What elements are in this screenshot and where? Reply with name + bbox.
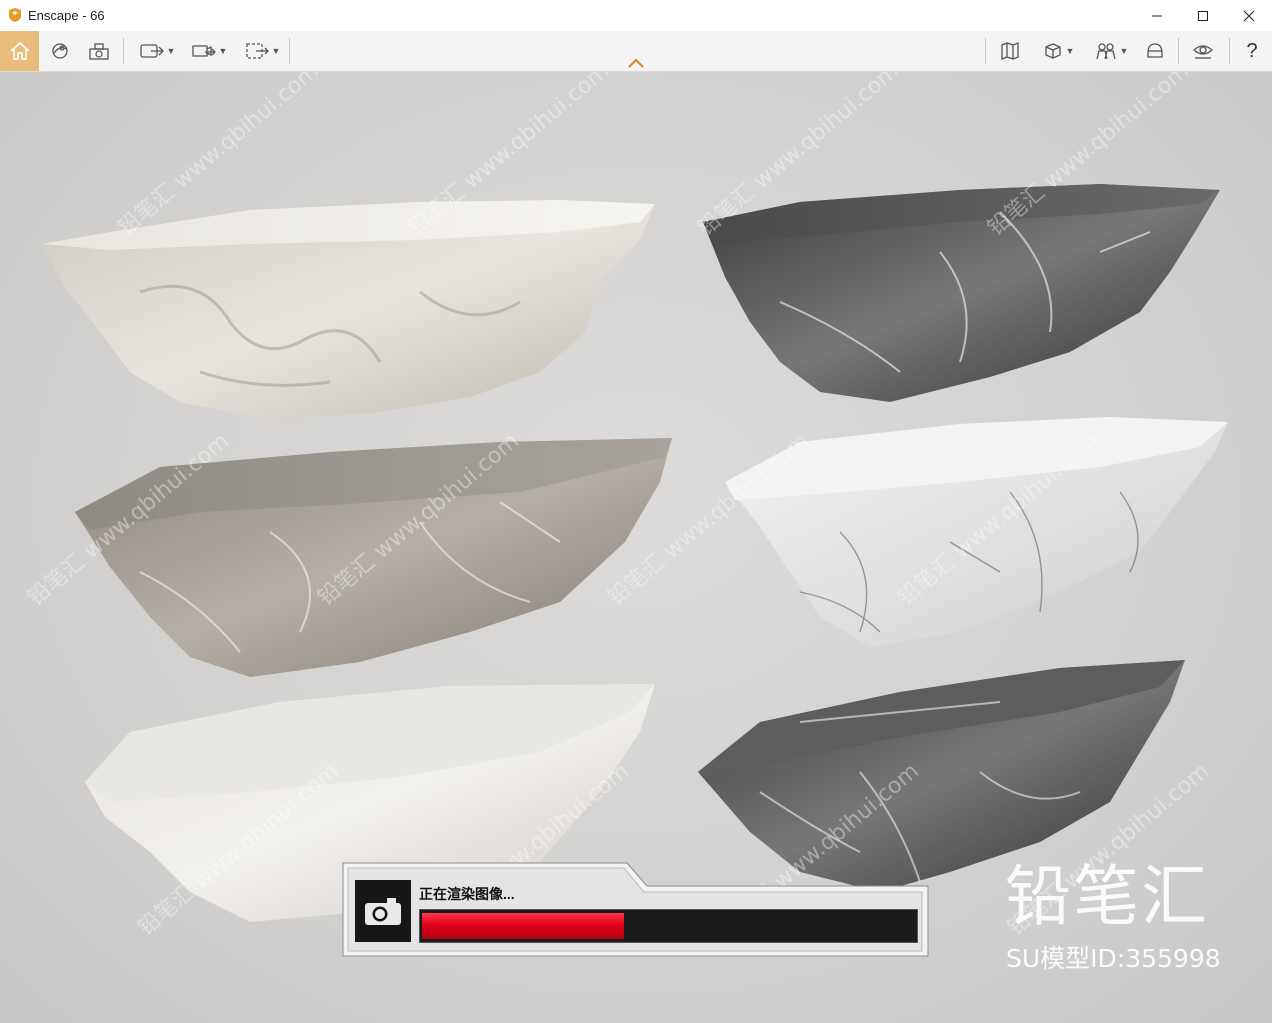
screenshot-settings-button[interactable] <box>85 31 113 71</box>
home-icon <box>9 41 30 60</box>
visibility-icon <box>1193 45 1213 59</box>
chevron-up-icon[interactable] <box>626 56 646 70</box>
map-button[interactable] <box>995 31 1025 71</box>
minimize-icon <box>1152 15 1162 16</box>
enscape-logo-icon <box>9 8 21 22</box>
helmet-icon <box>1147 43 1163 58</box>
close-icon <box>1243 10 1255 21</box>
batch-render-icon <box>245 43 269 59</box>
people-icon <box>1095 43 1116 60</box>
brand-watermark: 铅笔汇 <box>1005 858 1209 935</box>
toolbar-separator <box>123 38 124 64</box>
vr-headset-button[interactable] <box>1140 31 1170 71</box>
orbit-button[interactable] <box>46 31 74 71</box>
camera-icon <box>365 898 401 925</box>
toolbar-separator <box>1229 38 1230 64</box>
minimize-button[interactable] <box>1134 0 1180 31</box>
orbit-icon <box>52 43 68 59</box>
render-progress-fill <box>422 913 624 939</box>
chevron-down-icon: ▼ <box>166 46 176 56</box>
screenshot-settings-icon <box>89 43 109 60</box>
help-button[interactable]: ? <box>1238 31 1266 71</box>
render-status-label: 正在渲染图像... <box>419 886 515 902</box>
render-progress-bar <box>419 909 918 943</box>
close-button[interactable] <box>1226 0 1272 31</box>
export-video-icon <box>191 45 216 57</box>
window-title: Enscape - 66 <box>28 8 105 23</box>
chevron-down-icon: ▼ <box>1119 46 1129 56</box>
toolbar-separator <box>985 38 986 64</box>
chevron-down-icon: ▼ <box>218 46 228 56</box>
people-button[interactable]: ▼ <box>1088 31 1134 71</box>
stone-table-dark-marble <box>703 184 1220 402</box>
toolbar-separator <box>1178 38 1179 64</box>
export-image-button[interactable]: ▼ <box>135 31 179 71</box>
chevron-down-icon: ▼ <box>271 46 281 56</box>
view-mode-button[interactable]: ▼ <box>1035 31 1081 71</box>
export-image-icon <box>139 44 164 58</box>
export-video-button[interactable]: ▼ <box>186 31 232 71</box>
maximize-icon <box>1198 10 1208 21</box>
view-mode-icon <box>1044 43 1061 59</box>
home-button[interactable] <box>0 31 39 71</box>
model-id-watermark: SU模型ID:355998 <box>1006 944 1221 973</box>
maximize-button[interactable] <box>1180 0 1226 31</box>
render-progress-dialog: 正在渲染图像... <box>342 862 930 958</box>
camera-badge <box>355 880 411 942</box>
map-icon <box>1001 42 1019 60</box>
visibility-button[interactable] <box>1188 31 1218 71</box>
batch-render-button[interactable]: ▼ <box>239 31 285 71</box>
chevron-down-icon: ▼ <box>1065 46 1075 56</box>
title-bar: Enscape - 66 <box>0 0 1272 32</box>
toolbar-separator <box>289 38 290 64</box>
